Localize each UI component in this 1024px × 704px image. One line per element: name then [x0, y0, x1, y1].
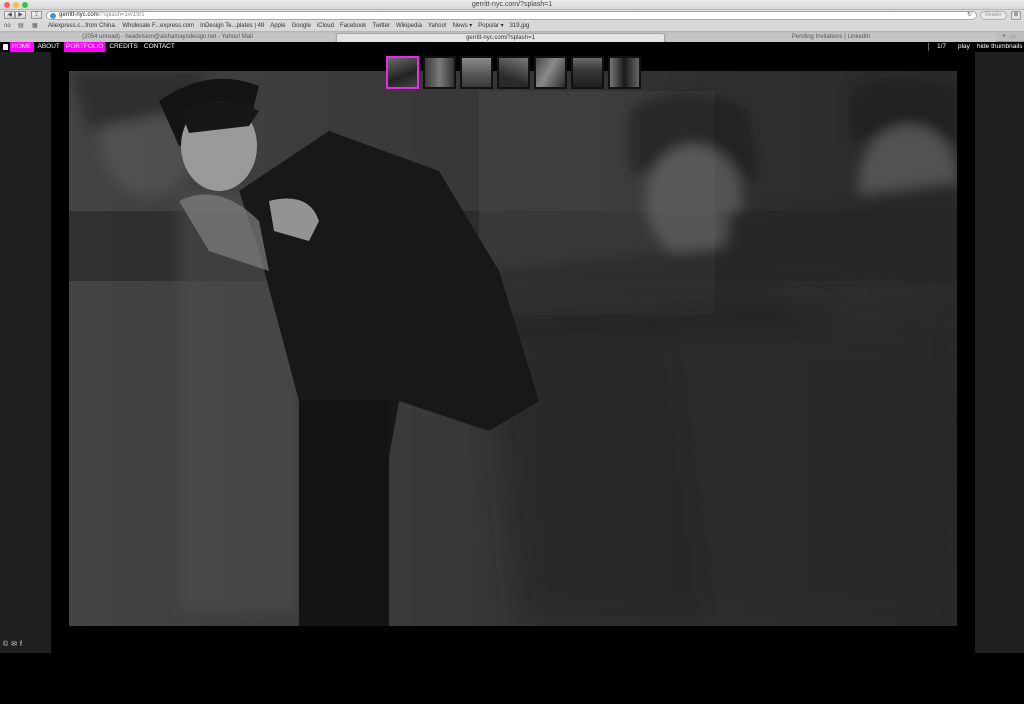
bookmark-folder-news[interactable]: News ▾ — [453, 21, 473, 31]
menu-about[interactable]: ABOUT — [36, 42, 62, 52]
bookmark-item[interactable]: Wholesale F...express.com — [122, 21, 194, 31]
address-bar[interactable]: gerritt-nyc.com/?splash=1#/19/1 ↻ — [46, 11, 977, 20]
thumbnail-1[interactable] — [386, 56, 419, 89]
site-top-bar: HOME ABOUT PORTFOLIO CREDITS CONTACT 1/7… — [0, 42, 1024, 52]
browser-window: gerritt-nyc.com/?splash=1 ◀ ▶ ⇪ gerritt-… — [0, 0, 1024, 704]
hide-thumbnails-button[interactable]: hide thumbnails — [977, 42, 1023, 52]
forward-arrow-icon: ▶ — [18, 12, 23, 18]
back-arrow-icon: ◀ — [7, 12, 12, 18]
divider — [928, 43, 929, 51]
menu-credits[interactable]: CREDITS — [107, 42, 140, 52]
share-sheet-button[interactable]: ⇪ — [31, 11, 42, 19]
copyright-icon[interactable]: © — [3, 641, 8, 649]
bookmark-list: Aliexpress.c...from China. Wholesale F..… — [48, 21, 529, 31]
site-favicon-icon — [50, 13, 56, 19]
new-tab-button[interactable]: + — [999, 33, 1009, 41]
bookmark-item[interactable]: Facebook — [340, 21, 366, 31]
bookmarks-grid-icon[interactable]: ▦ — [32, 22, 38, 30]
photo-image — [69, 71, 957, 626]
url-host: gerritt-nyc.com — [59, 12, 99, 18]
lock-icon — [3, 44, 8, 50]
share-icon: ⇪ — [33, 12, 40, 18]
bookmark-item[interactable]: Aliexpress.c...from China. — [48, 21, 116, 31]
url-path: /?splash=1#/19/1 — [98, 12, 145, 18]
thumbnail-7[interactable] — [608, 56, 641, 89]
left-gutter — [0, 52, 51, 653]
tab-yahoo-mail[interactable]: (2054 unread) - headvision@aishamaysdesi… — [0, 33, 335, 42]
reader-button[interactable]: Reader — [980, 11, 1007, 20]
slide-counter: 1/7 — [937, 43, 947, 50]
facebook-icon[interactable]: f — [20, 641, 22, 649]
bookmark-item[interactable]: Yahoo! — [428, 21, 447, 31]
site-menu: HOME ABOUT PORTFOLIO CREDITS CONTACT — [10, 42, 179, 52]
footer-icons: © ✉ f — [3, 641, 22, 649]
thumbnail-6[interactable] — [571, 56, 604, 89]
reading-list-icon[interactable]: oo — [4, 22, 11, 30]
top-sites-icon[interactable]: ▤ — [18, 22, 24, 30]
tab-linkedin[interactable]: Pending Invitations | LinkedIn — [666, 33, 996, 42]
address-text: gerritt-nyc.com/?splash=1#/19/1 — [59, 12, 145, 19]
bookmark-item[interactable]: Apple — [270, 21, 285, 31]
tab-overview-icon[interactable]: ▭ — [1010, 33, 1016, 41]
thumbnail-2[interactable] — [423, 56, 456, 89]
reload-icon[interactable]: ↻ — [967, 12, 972, 19]
bookmark-item[interactable]: 319.jpg — [510, 21, 530, 31]
browser-toolbar: ◀ ▶ ⇪ gerritt-nyc.com/?splash=1#/19/1 ↻ … — [0, 10, 1024, 21]
thumbnail-strip — [386, 56, 641, 89]
tab-gerritt[interactable]: gerritt-nyc.com/?splash=1 — [336, 33, 665, 42]
menu-home[interactable]: HOME — [10, 42, 34, 52]
page-bottom — [0, 653, 1024, 704]
forward-button[interactable]: ▶ — [15, 11, 26, 19]
bookmarks-bar: oo ▤ ▦ Aliexpress.c...from China. Wholes… — [0, 21, 1024, 32]
right-gutter — [975, 52, 1024, 653]
bookmark-item[interactable]: Google — [292, 21, 311, 31]
bookmark-folder-popular[interactable]: Popular ▾ — [478, 21, 503, 31]
tab-bar: (2054 unread) - headvision@aishamaysdesi… — [0, 32, 1024, 42]
bookmark-item[interactable]: Wikipedia — [396, 21, 422, 31]
bookmark-item[interactable]: iCloud — [317, 21, 334, 31]
thumbnail-3[interactable] — [460, 56, 493, 89]
back-button[interactable]: ◀ — [4, 11, 15, 19]
menu-contact[interactable]: CONTACT — [142, 42, 177, 52]
thumbnail-5[interactable] — [534, 56, 567, 89]
menu-portfolio[interactable]: PORTFOLIO — [63, 42, 106, 52]
email-icon[interactable]: ✉ — [11, 641, 17, 649]
title-bar: gerritt-nyc.com/?splash=1 — [0, 0, 1024, 10]
window-title: gerritt-nyc.com/?splash=1 — [471, 1, 553, 8]
bookmark-item[interactable]: InDesign Te...plates | 48 — [200, 21, 264, 31]
play-button[interactable]: play — [958, 42, 970, 52]
plus-icon: + — [1001, 33, 1007, 40]
bookmark-item[interactable]: Twitter — [372, 21, 390, 31]
thumbnail-4[interactable] — [497, 56, 530, 89]
download-icon: ⊕ — [1013, 12, 1019, 18]
downloads-button[interactable]: ⊕ — [1011, 11, 1021, 20]
slideshow-photo[interactable] — [69, 71, 957, 626]
